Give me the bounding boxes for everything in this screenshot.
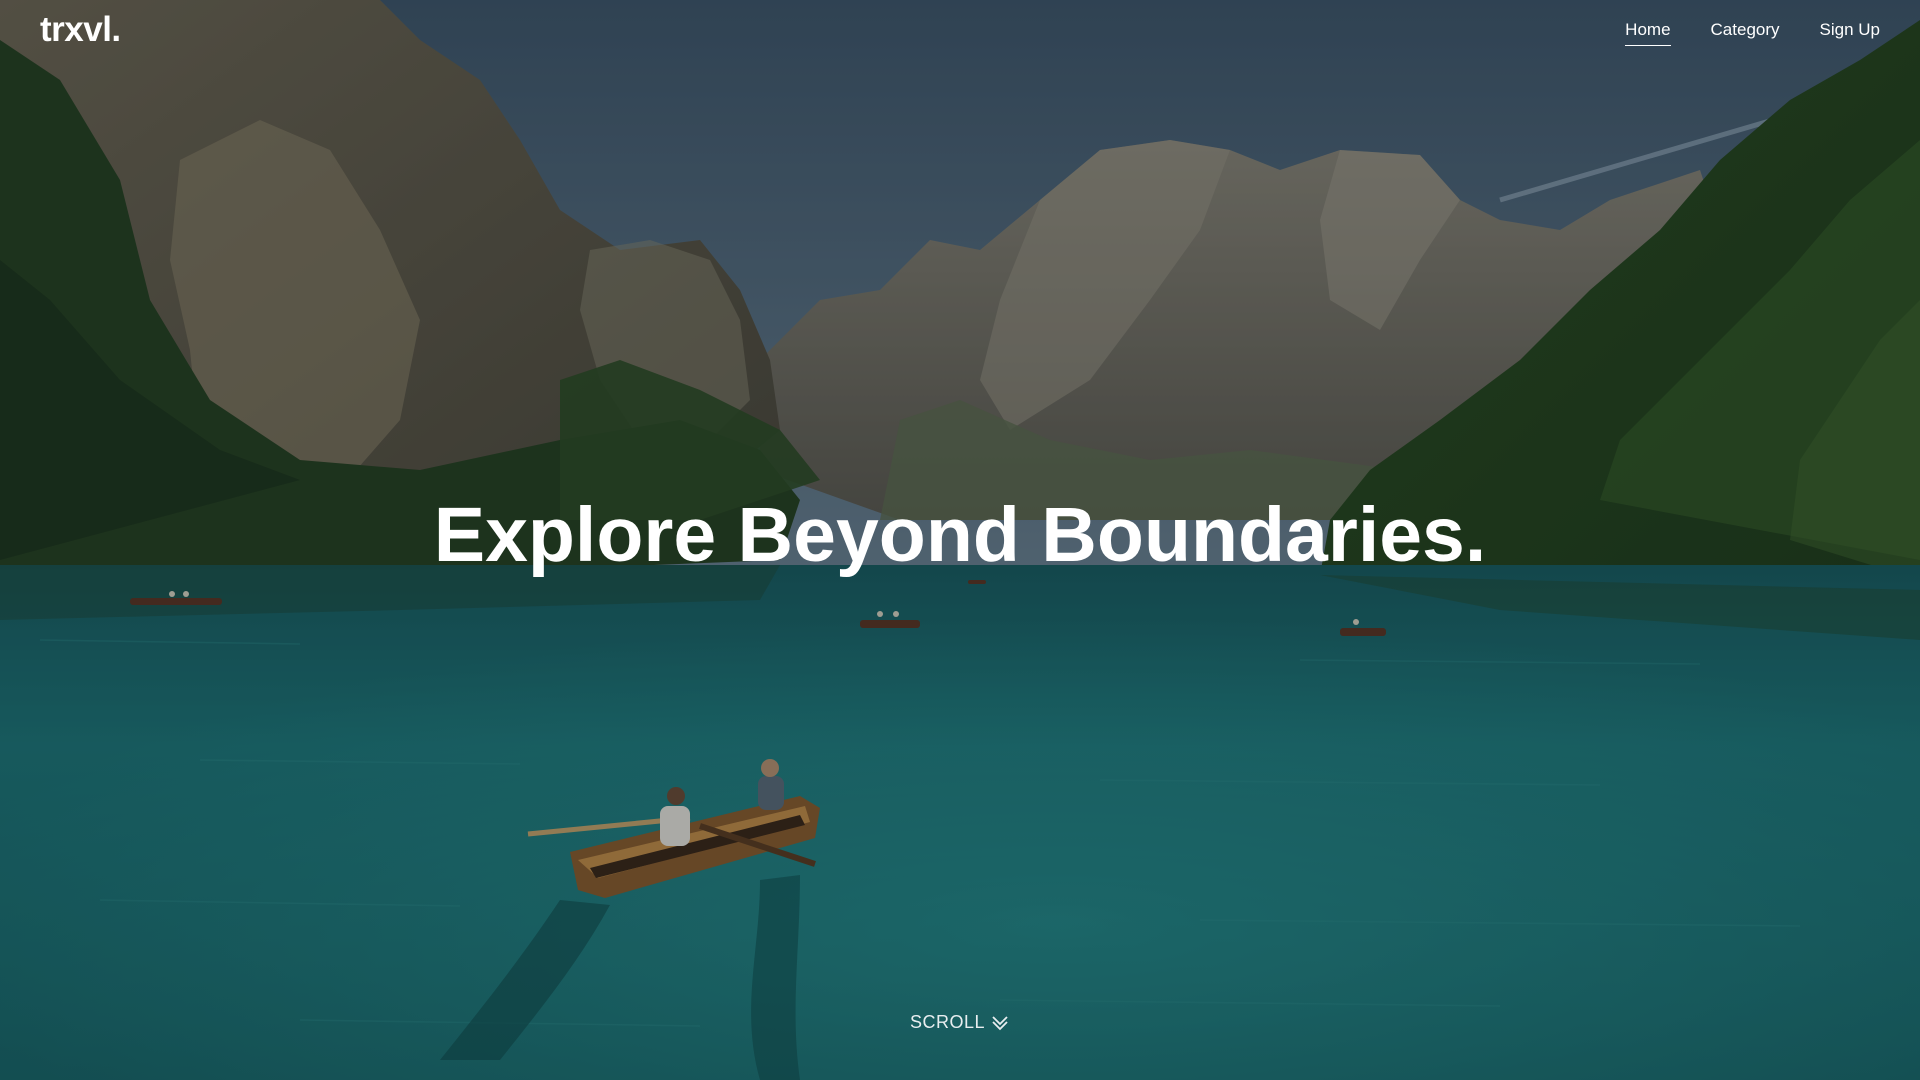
site-header: trxvl. Home Category Sign Up: [0, 0, 1920, 62]
site-logo[interactable]: trxvl.: [40, 9, 121, 51]
scroll-button[interactable]: SCROLL: [910, 1012, 1009, 1033]
nav-link-sign-up[interactable]: Sign Up: [1820, 19, 1880, 46]
main-nav: Home Category Sign Up: [1625, 19, 1880, 46]
scroll-label: SCROLL: [910, 1012, 986, 1032]
hero-headline: Explore Beyond Boundaries.: [433, 492, 1487, 578]
nav-link-home[interactable]: Home: [1625, 19, 1671, 46]
nav-link-category[interactable]: Category: [1711, 19, 1780, 46]
hero-section: trxvl. Home Category Sign Up Explore Bey…: [0, 0, 1920, 1080]
double-chevron-down-icon: [991, 1014, 1009, 1032]
